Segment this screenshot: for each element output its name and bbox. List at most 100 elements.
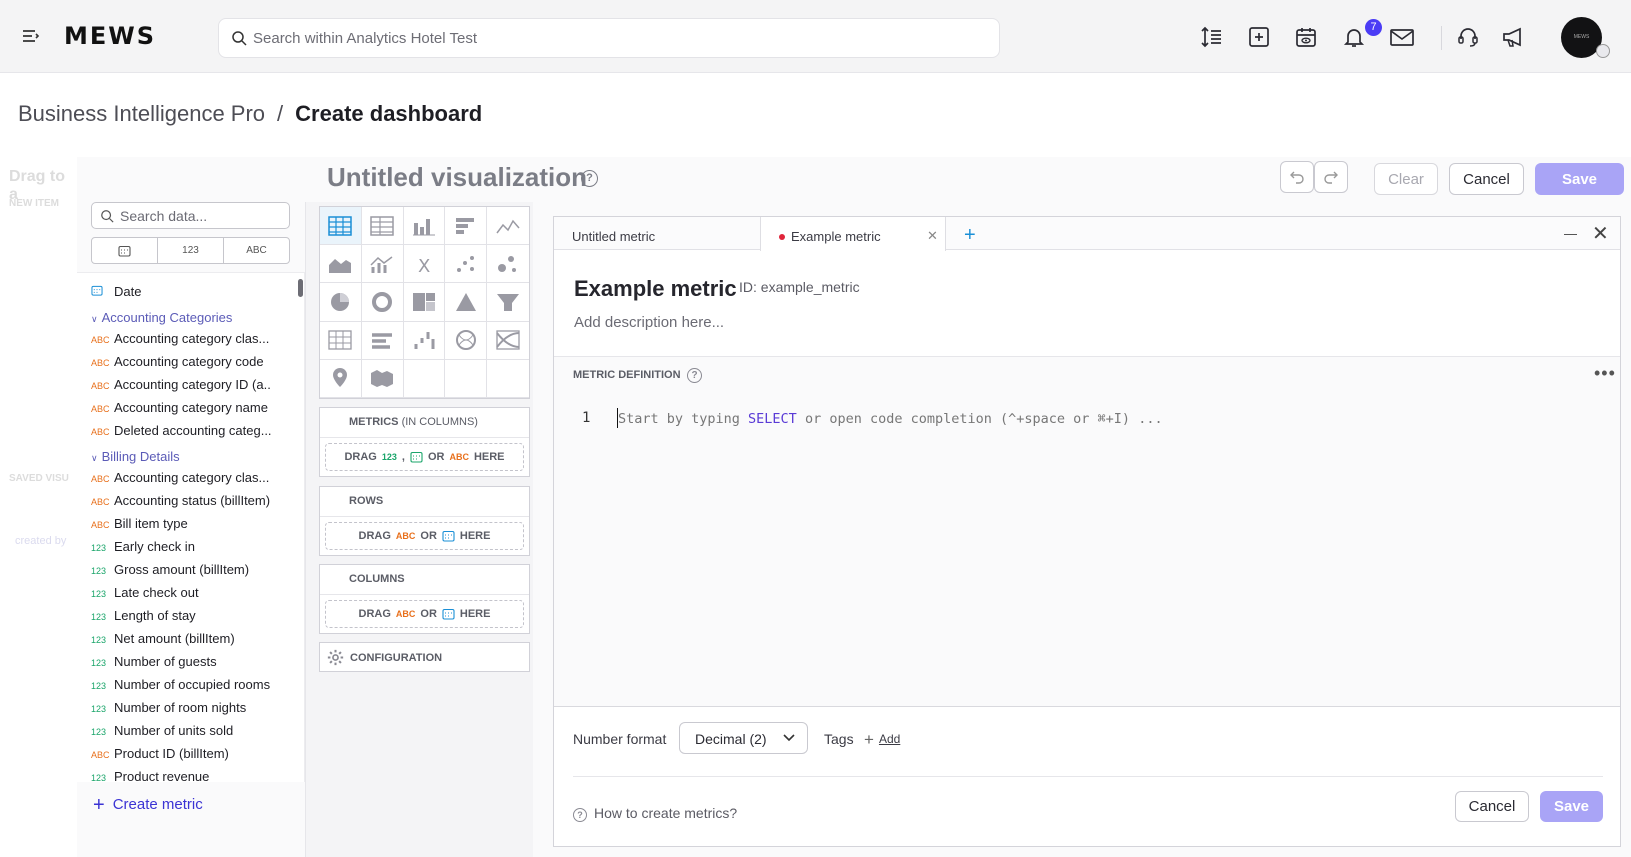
global-search[interactable] bbox=[218, 18, 1000, 58]
data-field[interactable]: 123 Number of units sold bbox=[91, 723, 271, 738]
global-search-input[interactable] bbox=[253, 19, 953, 57]
metric-description[interactable]: Add description here... bbox=[574, 314, 724, 331]
data-field[interactable]: Date bbox=[91, 284, 271, 299]
data-field[interactable]: ABC Accounting category clas... bbox=[91, 470, 271, 485]
sort-lines-icon[interactable] bbox=[1199, 24, 1225, 50]
menu-icon[interactable] bbox=[20, 26, 40, 46]
rows-dropzone[interactable]: DRAG ABC OR HERE bbox=[325, 522, 524, 550]
headline-chart-option[interactable]: X bbox=[403, 245, 446, 284]
metric-id: ID: example_metric bbox=[739, 279, 860, 295]
data-field[interactable]: 123 Product revenue bbox=[91, 769, 271, 782]
add-tag-label: Add bbox=[878, 732, 901, 746]
scrollbar[interactable] bbox=[298, 279, 303, 297]
minimize-icon[interactable] bbox=[1564, 234, 1577, 235]
add-tag-link[interactable]: + Add bbox=[864, 730, 900, 750]
data-field-label: Number of units sold bbox=[114, 723, 234, 738]
data-search[interactable] bbox=[91, 202, 290, 229]
data-field[interactable]: ABC Accounting status (billItem) bbox=[91, 493, 271, 508]
metric-title[interactable]: Example metric bbox=[574, 276, 737, 302]
line-chart-option[interactable] bbox=[487, 207, 529, 246]
editor-cancel-button[interactable]: Cancel bbox=[1455, 791, 1529, 822]
mail-icon[interactable] bbox=[1389, 24, 1415, 50]
data-field[interactable]: 123 Length of stay bbox=[91, 608, 271, 623]
add-tab-icon[interactable]: + bbox=[964, 224, 976, 247]
data-group[interactable]: ∨ Accounting Categories bbox=[91, 310, 232, 325]
undo-button[interactable] bbox=[1280, 161, 1314, 193]
tab-untitled-metric[interactable]: Untitled metric bbox=[554, 217, 760, 250]
sankey-chart-option[interactable] bbox=[487, 322, 529, 360]
code-editor[interactable]: Start by typing SELECT or open code comp… bbox=[618, 411, 1163, 427]
data-field[interactable]: ABC Accounting category code bbox=[91, 354, 271, 369]
bubble-chart-option[interactable] bbox=[487, 245, 529, 284]
data-field[interactable]: 123 Late check out bbox=[91, 585, 271, 600]
data-field[interactable]: 123 Net amount (billItem) bbox=[91, 631, 271, 646]
data-field[interactable]: ABC Deleted accounting categ... bbox=[91, 423, 271, 438]
visualization-title[interactable]: Untitled visualization bbox=[327, 162, 587, 193]
data-field[interactable]: ABC Bill item type bbox=[91, 516, 271, 531]
data-field[interactable]: ABC Accounting category clas... bbox=[91, 331, 271, 346]
clear-button[interactable]: Clear bbox=[1374, 163, 1438, 195]
bullet-chart-option[interactable] bbox=[361, 321, 404, 360]
data-group[interactable]: ∨ Billing Details bbox=[91, 449, 180, 464]
create-metric-link[interactable]: + Create metric bbox=[93, 794, 203, 817]
metrics-dropzone[interactable]: DRAG 123, OR ABC HERE bbox=[325, 443, 524, 471]
add-square-icon[interactable] bbox=[1246, 24, 1272, 50]
chevron-down-icon bbox=[783, 734, 795, 742]
filter-numeric-tab[interactable]: 123 bbox=[158, 238, 224, 263]
pivot-table-option[interactable] bbox=[361, 207, 404, 246]
calendar-icon bbox=[118, 245, 131, 257]
data-field[interactable]: ABC Product ID (billItem) bbox=[91, 746, 271, 761]
here-text: HERE bbox=[459, 608, 491, 620]
data-field[interactable]: 123 Number of occupied rooms bbox=[91, 677, 271, 692]
megaphone-icon[interactable] bbox=[1501, 24, 1527, 50]
background-sidebar: Drag to a NEW ITEM SAVED VISU created by bbox=[0, 160, 78, 857]
redo-button[interactable] bbox=[1314, 161, 1348, 193]
close-icon[interactable]: ✕ bbox=[1592, 221, 1609, 246]
bar-chart-option[interactable] bbox=[445, 207, 488, 246]
pyramid-chart-option[interactable] bbox=[445, 283, 488, 322]
heatmap-chart-option[interactable] bbox=[320, 321, 362, 360]
editor-save-button[interactable]: Save bbox=[1540, 791, 1603, 822]
geo-pushpin-option[interactable] bbox=[320, 359, 362, 398]
column-chart-option[interactable] bbox=[403, 207, 446, 246]
data-field[interactable]: ABC Accounting category name bbox=[91, 400, 271, 415]
data-field[interactable]: 123 Number of guests bbox=[91, 654, 271, 669]
cancel-button[interactable]: Cancel bbox=[1449, 163, 1524, 195]
table-chart-option[interactable] bbox=[320, 207, 362, 246]
bell-icon[interactable] bbox=[1341, 24, 1367, 50]
mews-logo[interactable]: MEWS bbox=[64, 22, 156, 50]
combo-chart-option[interactable] bbox=[361, 245, 404, 284]
help-icon[interactable]: ? bbox=[687, 368, 702, 383]
text-type-label: ABC bbox=[91, 358, 110, 368]
scatter-chart-option[interactable] bbox=[445, 245, 488, 284]
columns-dropzone[interactable]: DRAG ABC OR HERE bbox=[325, 600, 524, 628]
tab-example-metric[interactable]: Example metric bbox=[760, 217, 946, 251]
waterfall-chart-option[interactable] bbox=[403, 321, 446, 360]
donut-chart-option[interactable] bbox=[361, 283, 404, 322]
data-field[interactable]: 123 Early check in bbox=[91, 539, 271, 554]
save-button[interactable]: Save bbox=[1535, 163, 1624, 195]
support-headset-icon[interactable] bbox=[1455, 24, 1481, 50]
treemap-chart-option[interactable] bbox=[403, 283, 446, 322]
data-field[interactable]: 123 Gross amount (billItem) bbox=[91, 562, 271, 577]
more-options-icon[interactable]: ••• bbox=[1594, 363, 1616, 384]
how-to-create-metrics-link[interactable]: ? How to create metrics? bbox=[573, 805, 737, 822]
area-chart-option[interactable] bbox=[320, 245, 362, 284]
filter-date-tab[interactable] bbox=[92, 238, 158, 263]
geo-area-option[interactable] bbox=[361, 359, 404, 398]
breadcrumb-parent[interactable]: Business Intelligence Pro bbox=[18, 101, 265, 126]
close-tab-icon[interactable]: ✕ bbox=[927, 228, 938, 244]
number-format-select[interactable]: Decimal (2) bbox=[679, 722, 808, 754]
data-field[interactable]: ABC Accounting category ID (a... bbox=[91, 377, 271, 392]
filter-text-tab[interactable]: ABC bbox=[224, 238, 289, 263]
funnel-chart-option[interactable] bbox=[487, 283, 529, 322]
calendar-view-icon[interactable] bbox=[1293, 24, 1319, 50]
pie-chart-option[interactable] bbox=[320, 283, 362, 322]
tab-label: Untitled metric bbox=[572, 229, 656, 244]
help-icon[interactable]: ? bbox=[581, 170, 598, 187]
configuration-section[interactable]: CONFIGURATION bbox=[319, 642, 530, 672]
data-field[interactable]: 123 Number of room nights bbox=[91, 700, 271, 715]
data-search-input[interactable] bbox=[120, 203, 280, 228]
breadcrumb-separator: / bbox=[277, 101, 284, 126]
dependency-wheel-option[interactable] bbox=[445, 321, 488, 360]
